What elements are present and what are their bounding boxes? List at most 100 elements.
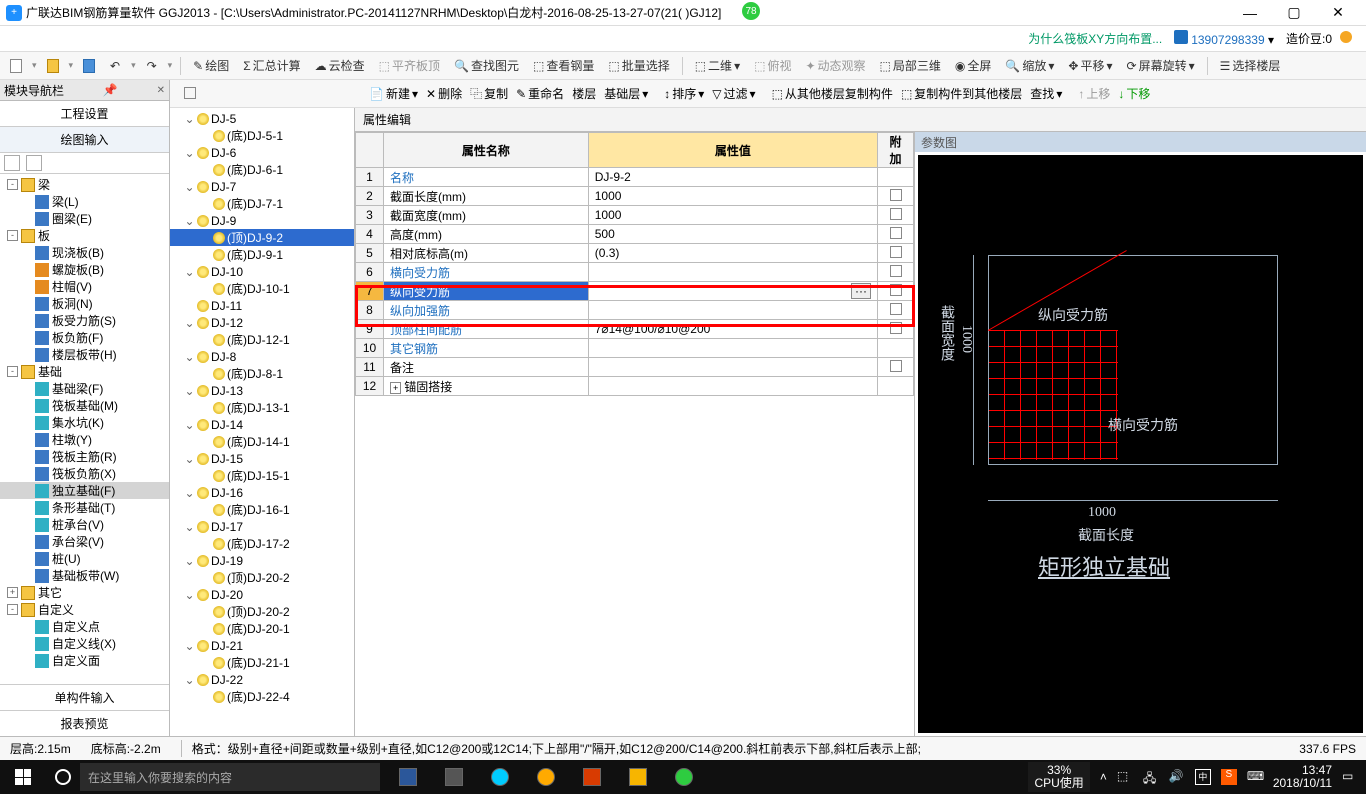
instance-item[interactable]: ⌄DJ-6 [170,144,354,161]
new-button[interactable]: 📄新建 ▾ [369,85,418,102]
start-button[interactable] [0,760,46,794]
tree-item[interactable]: 柱帽(V) [0,278,169,295]
cloud-check-button[interactable]: ☁ 云检查 [311,55,369,76]
flattop-button[interactable]: ⬚ 平齐板顶 [375,55,444,76]
instance-item[interactable]: (底)DJ-13-1 [170,399,354,416]
tree-item[interactable]: 板受力筋(S) [0,312,169,329]
filter-button[interactable]: ▽过滤 ▾ [712,85,755,102]
prop-row[interactable]: 12+锚固搭接 [356,377,914,396]
minimize-button[interactable]: — [1228,5,1272,21]
tree-item[interactable]: 基础梁(F) [0,380,169,397]
tray-up-icon[interactable]: ˄ [1100,770,1107,784]
instance-item[interactable]: (底)DJ-21-1 [170,654,354,671]
prop-row[interactable]: 11备注 [356,358,914,377]
undo-button[interactable]: ↶ [105,57,125,75]
maximize-button[interactable]: ▢ [1272,4,1316,21]
cortana-button[interactable] [46,769,80,785]
tree-item[interactable]: 自定义线(X) [0,635,169,652]
task-app-3[interactable] [478,760,522,794]
instance-item[interactable]: (底)DJ-6-1 [170,161,354,178]
copy-button[interactable]: ⿻复制 [470,85,508,102]
instance-item[interactable]: ⌄DJ-20 [170,586,354,603]
prop-row[interactable]: 6横向受力筋 [356,263,914,282]
tray-ime-icon[interactable]: 中 [1195,769,1211,785]
instance-item[interactable]: (底)DJ-17-2 [170,535,354,552]
instance-item[interactable]: (底)DJ-20-1 [170,620,354,637]
tree-item[interactable]: 承台梁(V) [0,533,169,550]
tree-item[interactable]: 楼层板带(H) [0,346,169,363]
tree-item[interactable]: 独立基础(F) [0,482,169,499]
close-pane-icon[interactable]: ✕ [157,85,165,96]
instance-item[interactable]: ⌄DJ-8 [170,348,354,365]
instance-item[interactable]: ⌄DJ-17 [170,518,354,535]
instance-item[interactable]: (底)DJ-16-1 [170,501,354,518]
task-app-1[interactable] [386,760,430,794]
2d-button[interactable]: ⬚ 二维 ▾ [691,55,744,76]
tree-item[interactable]: 集水坑(K) [0,414,169,431]
tree-item[interactable]: 螺旋板(B) [0,261,169,278]
tray-vol-icon[interactable]: 🔊 [1169,769,1185,785]
tree-item[interactable]: 桩(U) [0,550,169,567]
user-info[interactable]: 13907298339 ▾ [1174,30,1274,47]
instance-item[interactable]: (顶)DJ-20-2 [170,603,354,620]
instance-item[interactable]: (底)DJ-5-1 [170,127,354,144]
pan-button[interactable]: ✥ 平移 ▾ [1064,55,1116,76]
open-file-button[interactable] [43,57,63,75]
tree-item[interactable]: 自定义面 [0,652,169,669]
full-button[interactable]: ◉ 全屏 [951,55,996,76]
proj-settings-tab[interactable]: 工程设置 [0,101,169,127]
instance-item[interactable]: (底)DJ-15-1 [170,467,354,484]
mode-2[interactable] [26,155,42,171]
instance-item[interactable]: (底)DJ-8-1 [170,365,354,382]
single-input-tab[interactable]: 单构件输入 [0,684,169,710]
save-file-button[interactable] [79,57,99,75]
copy-to-button[interactable]: ⬚复制构件到其他楼层 [901,85,1022,102]
prop-row[interactable]: 10其它钢筋 [356,339,914,358]
instance-item[interactable]: DJ-11 [170,297,354,314]
taskbar-search[interactable]: 在这里输入你要搜索的内容 [80,763,380,791]
drawing-button[interactable]: ✎绘图 [189,55,233,76]
instance-item[interactable]: ⌄DJ-19 [170,552,354,569]
floor-sel[interactable]: 基础层 ▾ [604,85,648,102]
prop-row[interactable]: 3截面宽度(mm)1000 [356,206,914,225]
prop-row[interactable]: 1名称DJ-9-2 [356,168,914,187]
report-tab[interactable]: 报表预览 [0,710,169,736]
instance-item[interactable]: (顶)DJ-20-2 [170,569,354,586]
instance-item[interactable]: ⌄DJ-12 [170,314,354,331]
tray-notif-icon[interactable]: ▭ [1342,769,1358,785]
tray-icon-1[interactable]: ⬚ [1117,769,1133,785]
task-app-5[interactable] [570,760,614,794]
instance-item[interactable]: (顶)DJ-9-2 [170,229,354,246]
part3d-button[interactable]: ⬚ 局部三维 [876,55,945,76]
instance-item[interactable]: ⌄DJ-9 [170,212,354,229]
task-app-6[interactable] [616,760,660,794]
tree-item[interactable]: 桩承台(V) [0,516,169,533]
instance-item[interactable]: (底)DJ-9-1 [170,246,354,263]
tray-kb-icon[interactable]: ⌨ [1247,769,1263,785]
tree-item[interactable]: 现浇板(B) [0,244,169,261]
selfloor-button[interactable]: ☰ 选择楼层 [1216,55,1285,76]
tree-item[interactable]: 板洞(N) [0,295,169,312]
tree-item[interactable]: +其它 [0,584,169,601]
mode-1[interactable] [4,155,20,171]
delete-button[interactable]: ✕删除 [426,85,462,102]
instance-item[interactable]: ⌄DJ-7 [170,178,354,195]
draw-input-tab[interactable]: 绘图输入 [0,127,169,153]
prop-row[interactable]: 2截面长度(mm)1000 [356,187,914,206]
find-button[interactable]: 查找 ▾ [1030,85,1062,102]
task-app-2[interactable] [432,760,476,794]
tree-item[interactable]: 基础板带(W) [0,567,169,584]
zoom-button[interactable]: 🔍 缩放 ▾ [1001,55,1058,76]
instance-item[interactable]: (底)DJ-10-1 [170,280,354,297]
up-button[interactable]: ↑上移 [1078,85,1110,102]
instance-item[interactable]: ⌄DJ-22 [170,671,354,688]
instance-item[interactable]: ⌄DJ-14 [170,416,354,433]
show-all-check[interactable] [184,87,196,99]
tree-item[interactable]: 筏板基础(M) [0,397,169,414]
instance-item[interactable]: (底)DJ-22-4 [170,688,354,705]
tree-item[interactable]: 条形基础(T) [0,499,169,516]
prop-row[interactable]: 4高度(mm)500 [356,225,914,244]
instance-item[interactable]: ⌄DJ-13 [170,382,354,399]
prop-row[interactable]: 9顶部柱间配筋7⌀14@100/⌀10@200 [356,320,914,339]
new-file-button[interactable] [6,57,26,75]
